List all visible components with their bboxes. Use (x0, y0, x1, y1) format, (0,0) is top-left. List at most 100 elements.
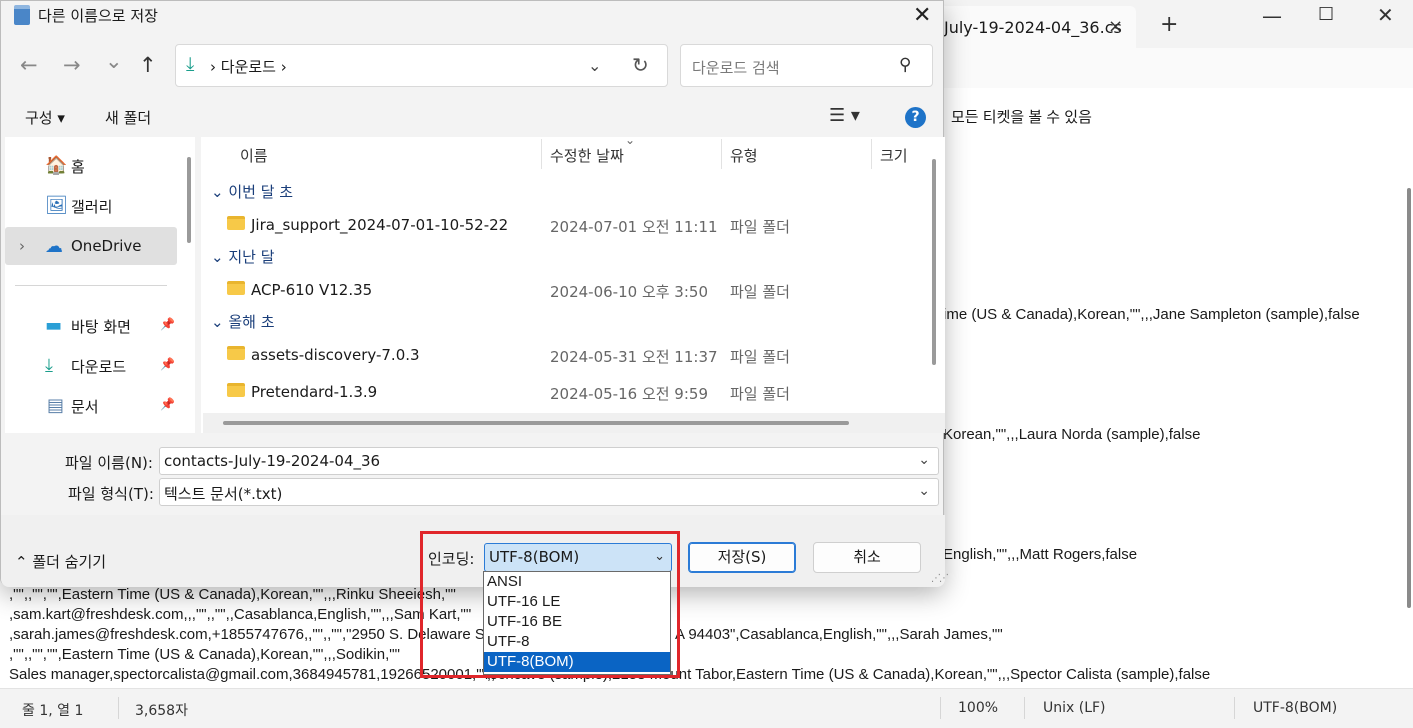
address-bar[interactable]: ⤓ › 다운로드 › ⌄ ↻ (175, 44, 668, 87)
file-list-horizontal-scrollbar[interactable] (223, 421, 849, 425)
search-icon[interactable]: ⚲ (899, 55, 911, 75)
file-row[interactable]: Pretendard-1.3.9 2024-05-16 오전 9:59 파일 폴… (201, 377, 925, 407)
organize-menu-button[interactable]: 구성 ▾ (25, 107, 65, 128)
cancel-button[interactable]: 취소 (813, 542, 921, 573)
folder-icon (227, 216, 245, 230)
status-bar: 줄 1, 열 1 3,658자 100% Unix (LF) UTF-8(BOM… (0, 688, 1413, 728)
download-icon: ⤓ (186, 53, 195, 75)
file-type: 파일 폴더 (730, 385, 790, 403)
status-divider (1234, 697, 1235, 719)
file-date: 2024-06-10 오후 3:50 (550, 283, 708, 301)
filetype-select[interactable]: 텍스트 문서(*.txt) ⌄ (159, 478, 939, 506)
save-button[interactable]: 저장(S) (688, 542, 796, 573)
command-bar: 구성 ▾ 새 폴더 ☰ ▾ ? (1, 97, 945, 137)
nav-item-gallery[interactable]: 🖼 갤러리 (5, 186, 177, 224)
file-list-vertical-scrollbar[interactable] (932, 159, 936, 365)
help-icon[interactable]: ? (905, 107, 926, 128)
filename-input[interactable]: contacts-July-19-2024-04_36 ⌄ (159, 447, 939, 475)
sort-chevron-icon: ⌄ (625, 133, 636, 147)
status-line-ending: Unix (LF) (1043, 700, 1106, 716)
file-name: Pretendard-1.3.9 (251, 383, 378, 401)
notepad-app-icon (14, 5, 30, 25)
nav-item-documents[interactable]: ▤ 문서 📌 (5, 386, 177, 424)
navigation-pane: 🏠 홈 🖼 갤러리 › ☁ OneDrive ▬ 바탕 화면 📌 ⤓ 다운로드 … (5, 137, 195, 433)
column-divider[interactable] (721, 139, 722, 169)
group-header[interactable]: ⌄ 지난 달 (211, 246, 275, 267)
column-header-name[interactable]: 이름 (240, 145, 268, 166)
file-row[interactable]: ACP-610 V12.35 2024-06-10 오후 3:50 파일 폴더 (201, 275, 925, 305)
documents-icon: ▤ (47, 395, 65, 416)
editor-line: English,"",,,Matt Rogers,false (943, 546, 1138, 563)
up-arrow-icon[interactable]: ↑ (139, 53, 157, 77)
column-divider[interactable] (871, 139, 872, 169)
column-header-modified[interactable]: 수정한 날짜 (550, 145, 624, 166)
nav-item-onedrive[interactable]: › ☁ OneDrive (5, 227, 177, 265)
filename-value: contacts-July-19-2024-04_36 (164, 452, 381, 470)
filename-label: 파일 이름(N): (65, 454, 153, 472)
new-tab-icon[interactable]: + (1160, 12, 1178, 37)
download-icon: ⤓ (45, 355, 53, 376)
search-placeholder: 다운로드 검색 (692, 59, 780, 77)
dialog-title: 다른 이름으로 저장 (38, 7, 158, 25)
editor-scrollbar[interactable] (1407, 188, 1411, 608)
nav-item-label: OneDrive (71, 237, 142, 255)
group-header[interactable]: ⌄ 올해 초 (211, 311, 275, 332)
column-header-type[interactable]: 유형 (730, 145, 758, 166)
file-date: 2024-07-01 오전 11:11 (550, 218, 718, 236)
nav-item-label: 문서 (71, 398, 99, 416)
save-as-dialog: 다른 이름으로 저장 ✕ ← → ⌄ ↑ ⤓ › 다운로드 › ⌄ ↻ 다운로드… (0, 0, 949, 587)
refresh-icon[interactable]: ↻ (632, 53, 649, 77)
filetype-value: 텍스트 문서(*.txt) (164, 485, 283, 503)
chevron-down-icon[interactable]: ⌄ (918, 483, 930, 499)
group-header[interactable]: ⌄ 이번 달 초 (211, 181, 293, 202)
back-arrow-icon[interactable]: ← (20, 53, 38, 77)
chevron-down-icon[interactable]: ⌄ (918, 452, 930, 468)
recent-locations-icon[interactable]: ⌄ (105, 49, 123, 73)
file-row[interactable]: assets-discovery-7.0.3 2024-05-31 오전 11:… (201, 340, 925, 370)
status-position: 줄 1, 열 1 (22, 703, 84, 719)
pin-icon: 📌 (160, 317, 175, 331)
folder-icon (227, 383, 245, 397)
nav-item-downloads[interactable]: ⤓ 다운로드 📌 (5, 346, 177, 384)
pin-icon: 📌 (160, 397, 175, 411)
address-path[interactable]: › 다운로드 › (210, 56, 287, 77)
dialog-close-icon[interactable]: ✕ (913, 3, 931, 28)
nav-item-home[interactable]: 🏠 홈 (5, 146, 177, 184)
tab-close-icon[interactable]: × (1108, 16, 1123, 37)
maximize-icon[interactable]: ☐ (1318, 4, 1334, 25)
editor-line: ime (US & Canada),Korean,"",,,Jane Sampl… (943, 306, 1360, 323)
minimize-icon[interactable]: — (1262, 4, 1282, 28)
nav-scrollbar[interactable] (187, 157, 191, 243)
file-type: 파일 폴더 (730, 218, 790, 236)
window-close-icon[interactable]: ✕ (1377, 3, 1394, 27)
resize-grip-icon[interactable]: ⋰⋰ (931, 573, 949, 584)
editor-line: Korean,"",,,Laura Norda (sample),false (943, 426, 1201, 443)
folder-icon (227, 346, 245, 360)
notepad-tab[interactable]: July-19-2024-04_36.cs × (936, 6, 1136, 48)
address-dropdown-icon[interactable]: ⌄ (588, 56, 601, 75)
file-row[interactable]: Jira_support_2024-07-01-10-52-22 2024-07… (201, 210, 925, 240)
column-header-size[interactable]: 크기 (880, 145, 908, 166)
hide-folders-button[interactable]: ⌃ 폴더 숨기기 (15, 551, 106, 572)
nav-item-desktop[interactable]: ▬ 바탕 화면 📌 (5, 306, 177, 344)
new-folder-button[interactable]: 새 폴더 (105, 107, 151, 128)
nav-item-label: 다운로드 (71, 358, 127, 376)
editor-line: ,"",,"","",Eastern Time (US & Canada),Ko… (9, 646, 400, 663)
nav-item-label: 갤러리 (71, 198, 113, 216)
search-input[interactable]: 다운로드 검색 ⚲ (680, 44, 933, 87)
expand-chevron-icon[interactable]: › (19, 237, 25, 255)
file-name: Jira_support_2024-07-01-10-52-22 (251, 216, 509, 234)
status-char-count: 3,658자 (135, 703, 188, 719)
status-zoom[interactable]: 100% (958, 700, 998, 716)
forward-arrow-icon[interactable]: → (63, 53, 81, 77)
status-divider (118, 697, 119, 719)
status-encoding: UTF-8(BOM) (1253, 700, 1338, 716)
editor-line: ,sam.kart@freshdesk.com,,,"",,"",,Casabl… (9, 606, 472, 623)
filetype-label: 파일 형식(T): (68, 485, 154, 503)
gallery-icon: 🖼 (45, 195, 68, 216)
view-options-icon[interactable]: ☰ ▾ (829, 105, 860, 126)
file-date: 2024-05-31 오전 11:37 (550, 348, 718, 366)
file-type: 파일 폴더 (730, 283, 790, 301)
onedrive-cloud-icon: ☁ (45, 236, 63, 257)
column-divider[interactable] (541, 139, 542, 169)
